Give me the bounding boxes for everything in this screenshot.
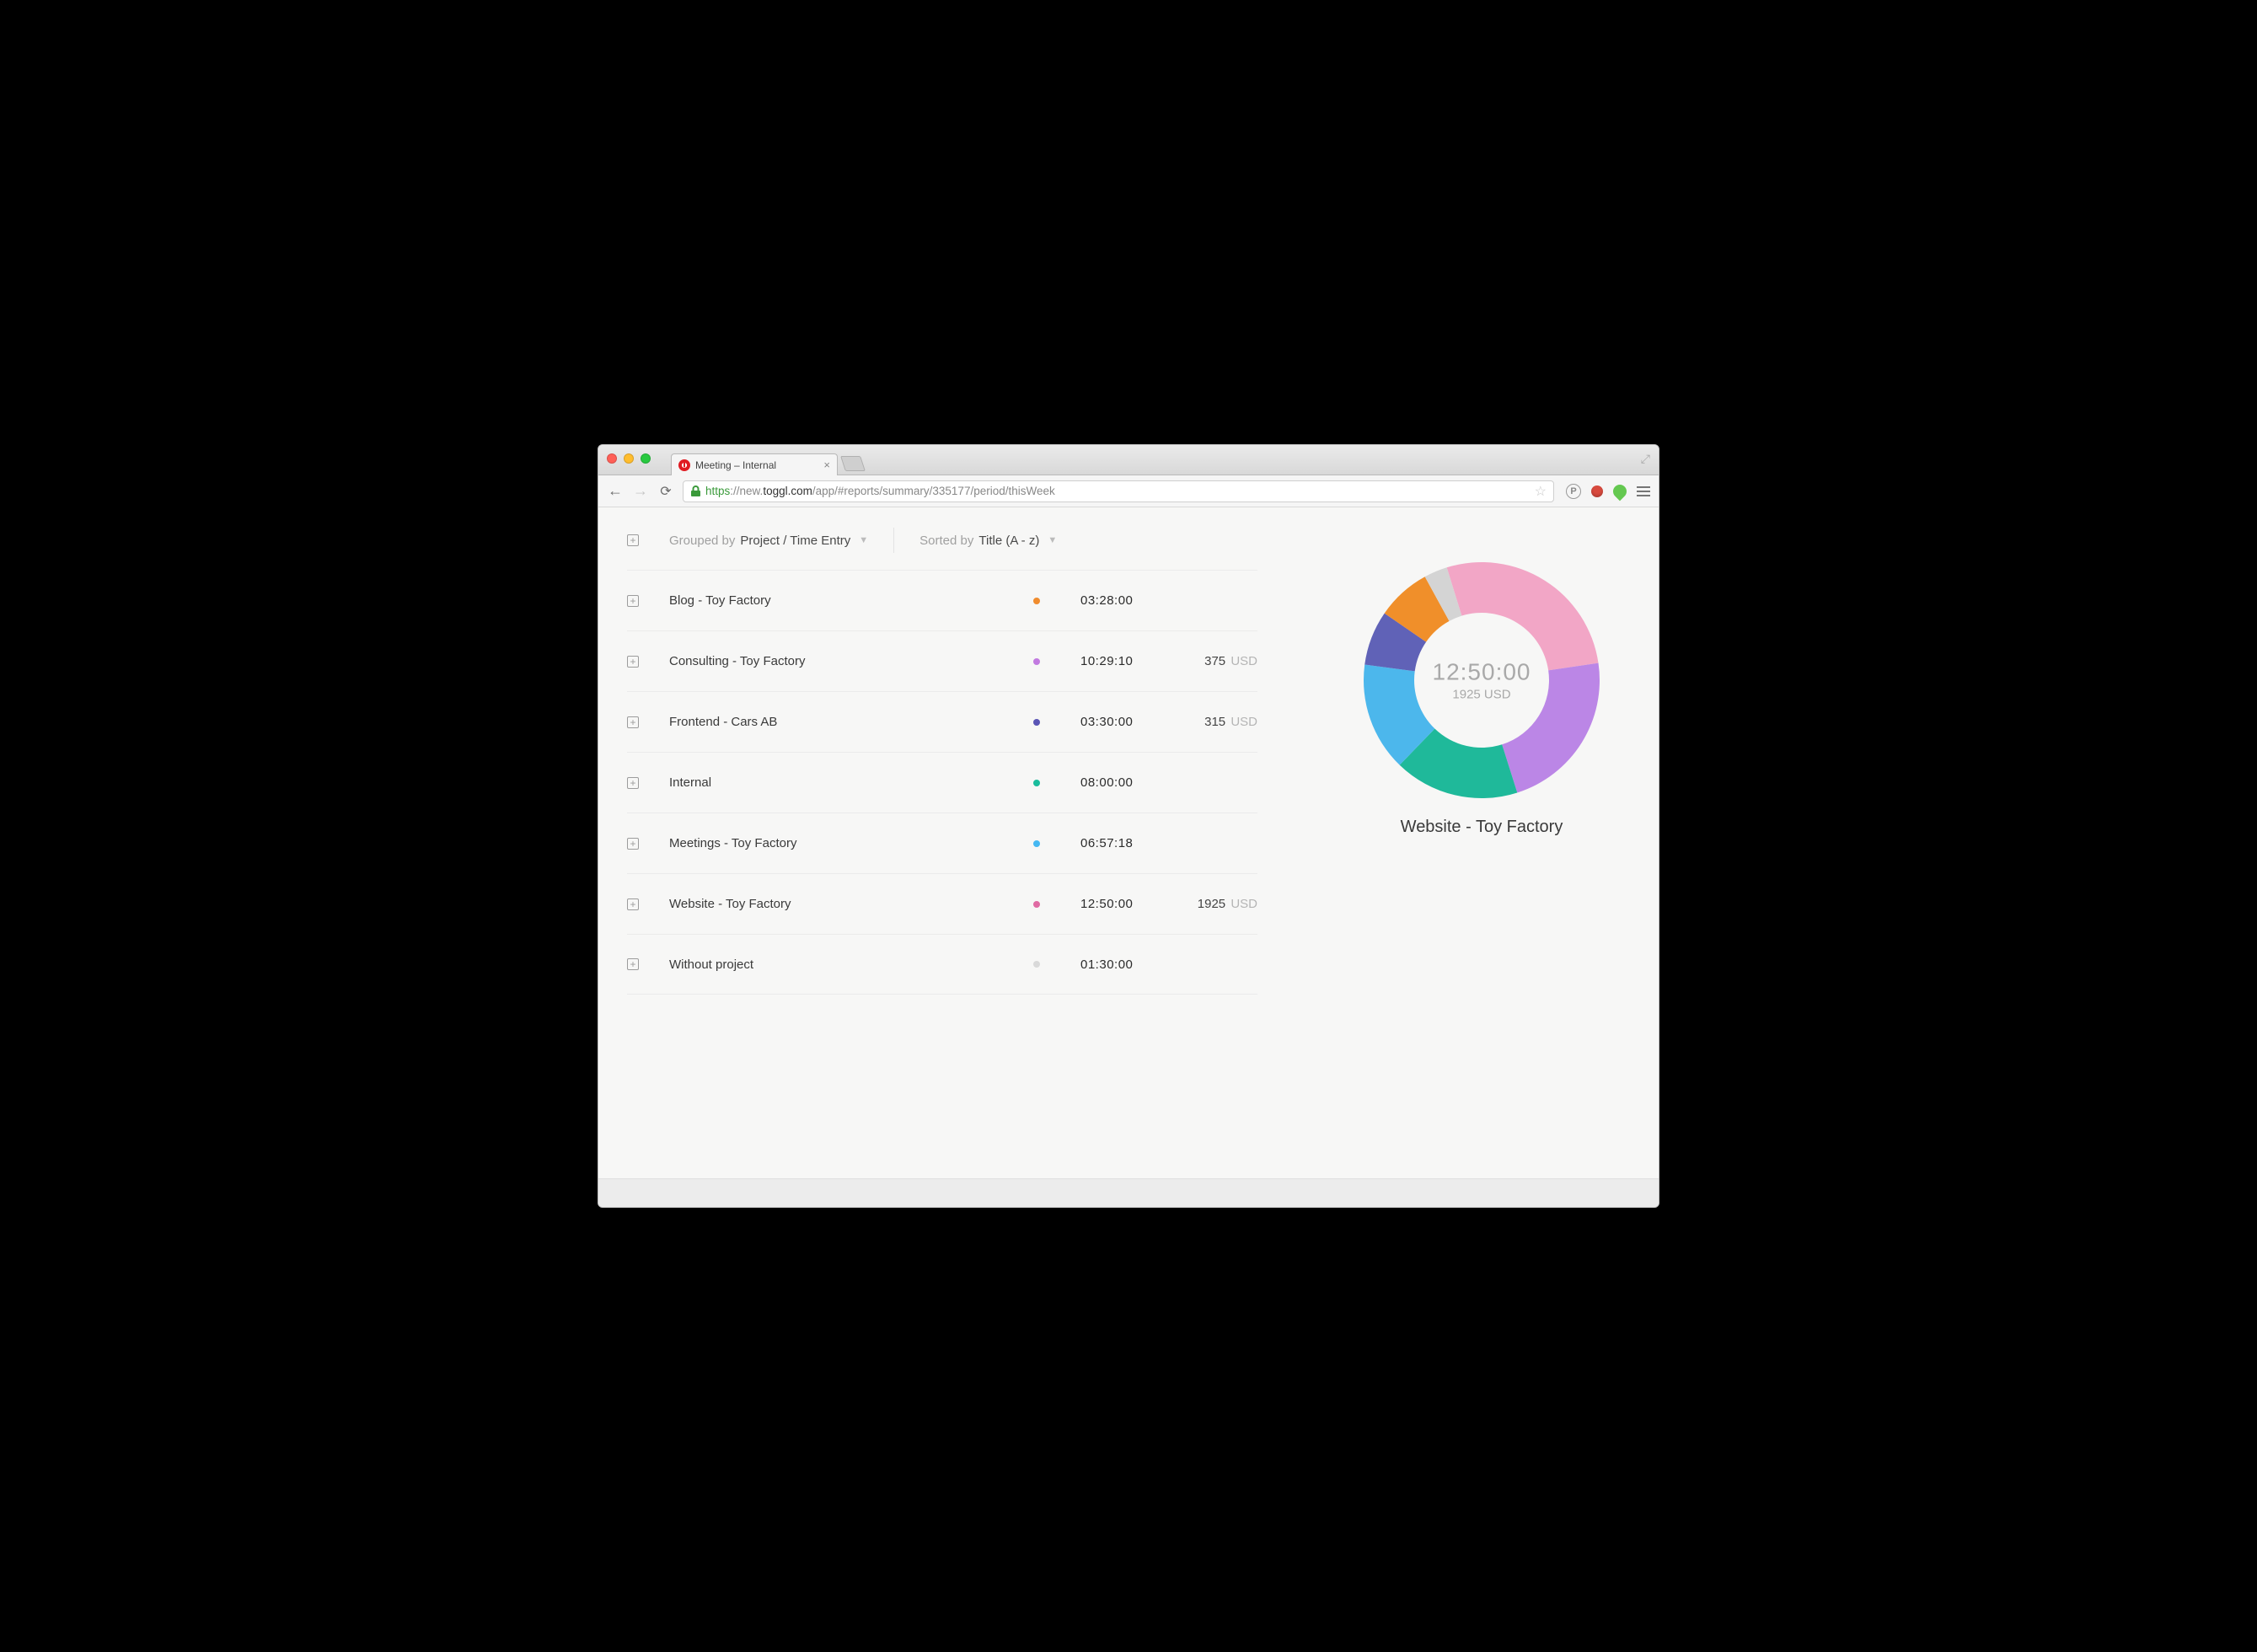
expand-row-button[interactable]: +: [627, 656, 639, 668]
project-color-dot: [1033, 658, 1040, 665]
minimize-window-button[interactable]: [624, 453, 634, 464]
project-amount: 1925 USD: [1173, 897, 1257, 911]
expand-row-button[interactable]: +: [627, 716, 639, 728]
project-color-dot: [1033, 901, 1040, 908]
project-duration: 03:28:00: [1080, 593, 1173, 608]
project-name: Blog - Toy Factory: [669, 593, 1033, 608]
lock-icon: [690, 485, 700, 497]
divider: [893, 528, 894, 553]
url-text: https://new.toggl.com/app/#reports/summa…: [705, 485, 1525, 497]
extension-p-icon[interactable]: P: [1566, 484, 1581, 499]
donut-center-amount: 1925 USD: [1433, 688, 1531, 702]
project-name: Without project: [669, 957, 1033, 972]
extension-red-icon[interactable]: [1591, 485, 1603, 497]
sort-by-dropdown[interactable]: Sorted by Title (A - z) ▼: [919, 534, 1057, 548]
table-row[interactable]: + Consulting - Toy Factory 10:29:10375 USD: [627, 630, 1257, 691]
project-duration: 03:30:00: [1080, 715, 1173, 729]
reload-button[interactable]: ⟳: [657, 483, 674, 500]
table-row[interactable]: + Meetings - Toy Factory 06:57:18: [627, 813, 1257, 873]
extension-green-icon[interactable]: [1611, 481, 1630, 501]
group-by-dropdown[interactable]: Grouped by Project / Time Entry ▼: [669, 534, 868, 548]
page-content: + Grouped by Project / Time Entry ▼ Sort…: [598, 507, 1659, 1207]
sort-by-label: Sorted by: [919, 534, 973, 548]
expand-icon[interactable]: ⤢: [1641, 452, 1650, 466]
chevron-down-icon: ▼: [1048, 535, 1057, 545]
project-duration: 12:50:00: [1080, 897, 1173, 911]
expand-row-button[interactable]: +: [627, 838, 639, 850]
browser-tab[interactable]: Meeting – Internal ×: [671, 453, 838, 475]
expand-all-button[interactable]: +: [627, 534, 639, 546]
project-name: Consulting - Toy Factory: [669, 654, 1033, 668]
toolbar: ← → ⟳ https://new.toggl.com/app/#reports…: [598, 475, 1659, 507]
project-color-dot: [1033, 598, 1040, 604]
project-name: Frontend - Cars AB: [669, 715, 1033, 729]
project-duration: 08:00:00: [1080, 775, 1173, 790]
report-table: + Blog - Toy Factory 03:28:00 + Consulting -…: [627, 570, 1257, 995]
table-row[interactable]: + Blog - Toy Factory 03:28:00: [627, 570, 1257, 630]
donut-slice[interactable]: [1447, 562, 1599, 670]
project-name: Website - Toy Factory: [669, 897, 1033, 911]
chevron-down-icon: ▼: [859, 535, 868, 545]
project-duration: 06:57:18: [1080, 836, 1173, 850]
window-controls: [607, 453, 651, 464]
new-tab-button[interactable]: [840, 456, 866, 471]
toggl-favicon-icon: [678, 459, 690, 471]
footer-strip: [598, 1178, 1659, 1207]
back-button[interactable]: ←: [607, 482, 624, 500]
donut-panel: 12:50:00 1925 USD Website - Toy Factory: [1338, 558, 1625, 837]
project-color-dot: [1033, 780, 1040, 786]
table-row[interactable]: + Internal 08:00:00: [627, 752, 1257, 813]
forward-button[interactable]: →: [632, 482, 649, 500]
donut-center: 12:50:00 1925 USD: [1433, 659, 1531, 702]
expand-row-button[interactable]: +: [627, 898, 639, 910]
tab-title: Meeting – Internal: [695, 459, 776, 471]
table-row[interactable]: + Frontend - Cars AB 03:30:00315 USD: [627, 691, 1257, 752]
sort-by-value: Title (A - z): [978, 534, 1039, 548]
project-color-dot: [1033, 719, 1040, 726]
project-color-dot: [1033, 961, 1040, 968]
expand-row-button[interactable]: +: [627, 595, 639, 607]
project-duration: 01:30:00: [1080, 957, 1173, 972]
expand-row-button[interactable]: +: [627, 958, 639, 970]
zoom-window-button[interactable]: [641, 453, 651, 464]
close-tab-icon[interactable]: ×: [823, 459, 830, 471]
project-amount: 375 USD: [1173, 654, 1257, 668]
table-row[interactable]: + Without project 01:30:00: [627, 934, 1257, 995]
title-bar: Meeting – Internal × ⤢: [598, 445, 1659, 475]
donut-chart[interactable]: 12:50:00 1925 USD: [1359, 558, 1604, 802]
donut-center-time: 12:50:00: [1433, 659, 1531, 686]
project-duration: 10:29:10: [1080, 654, 1173, 668]
expand-row-button[interactable]: +: [627, 777, 639, 789]
menu-icon[interactable]: [1637, 486, 1650, 496]
donut-selected-label: Website - Toy Factory: [1338, 818, 1625, 837]
browser-window: Meeting – Internal × ⤢ ← → ⟳ https://new…: [598, 444, 1659, 1208]
project-amount: 315 USD: [1173, 715, 1257, 729]
project-color-dot: [1033, 840, 1040, 847]
project-name: Internal: [669, 775, 1033, 790]
close-window-button[interactable]: [607, 453, 617, 464]
group-by-label: Grouped by: [669, 534, 735, 548]
project-name: Meetings - Toy Factory: [669, 836, 1033, 850]
address-bar[interactable]: https://new.toggl.com/app/#reports/summa…: [683, 480, 1554, 502]
table-row[interactable]: + Website - Toy Factory 12:50:001925 USD: [627, 873, 1257, 934]
group-by-value: Project / Time Entry: [740, 534, 850, 548]
extension-icons: P: [1563, 484, 1650, 499]
bookmark-star-icon[interactable]: ☆: [1535, 483, 1547, 500]
